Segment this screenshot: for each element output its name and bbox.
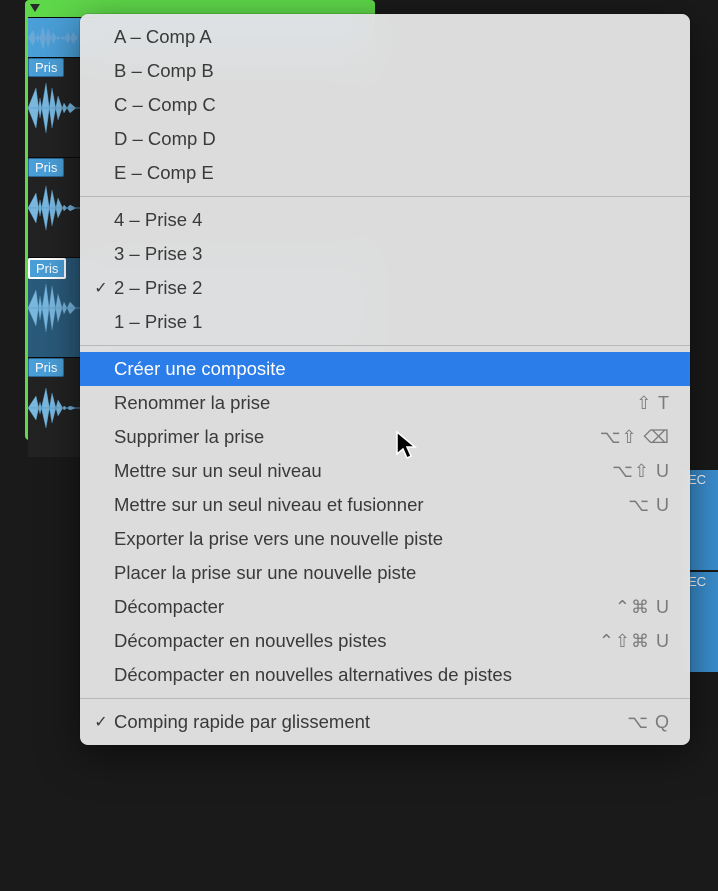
menu-item-label: D – Comp D	[112, 128, 670, 150]
keyboard-shortcut: ⌥ Q	[627, 712, 670, 733]
take-label: Pris	[28, 158, 64, 177]
menu-item-label: A – Comp A	[112, 26, 670, 48]
menu-item[interactable]: Décompacter en nouvelles alternatives de…	[80, 658, 690, 692]
menu-item-label: Comping rapide par glissement	[112, 711, 627, 733]
menu-item-label: Placer la prise sur une nouvelle piste	[112, 562, 670, 584]
menu-item[interactable]: Décompacter en nouvelles pistes⌃⇧⌘ U	[80, 624, 690, 658]
menu-item[interactable]: Mettre sur un seul niveau et fusionner⌥ …	[80, 488, 690, 522]
menu-separator	[80, 698, 690, 699]
menu-item-label: Renommer la prise	[112, 392, 636, 414]
take-label: Pris	[28, 58, 64, 77]
menu-item-label: Décompacter en nouvelles pistes	[112, 630, 599, 652]
keyboard-shortcut: ⌃⇧⌘ U	[599, 631, 670, 652]
menu-item[interactable]: D – Comp D	[80, 122, 690, 156]
menu-item-label: Exporter la prise vers une nouvelle pist…	[112, 528, 670, 550]
menu-item[interactable]: B – Comp B	[80, 54, 690, 88]
take-label: Pris	[28, 358, 64, 377]
disclosure-arrow-icon	[30, 4, 40, 12]
menu-item[interactable]: 3 – Prise 3	[80, 237, 690, 271]
menu-item[interactable]: Mettre sur un seul niveau⌥⇧ U	[80, 454, 690, 488]
menu-item[interactable]: Renommer la prise⇧ T	[80, 386, 690, 420]
waveform-icon	[28, 378, 88, 438]
menu-item[interactable]: E – Comp E	[80, 156, 690, 190]
menu-item-label: Mettre sur un seul niveau et fusionner	[112, 494, 628, 516]
menu-separator	[80, 196, 690, 197]
menu-item-label: Décompacter	[112, 596, 615, 618]
waveform-icon	[28, 178, 88, 238]
menu-separator	[80, 345, 690, 346]
menu-item[interactable]: 4 – Prise 4	[80, 203, 690, 237]
keyboard-shortcut: ⌥⇧ U	[612, 461, 670, 482]
waveform-icon	[28, 278, 88, 338]
waveform-icon	[28, 78, 88, 138]
keyboard-shortcut: ⇧ T	[636, 393, 670, 414]
menu-item-label: 3 – Prise 3	[112, 243, 670, 265]
menu-item-label: Créer une composite	[112, 358, 670, 380]
menu-item[interactable]: ✓Comping rapide par glissement⌥ Q	[80, 705, 690, 739]
waveform-icon	[28, 18, 88, 58]
keyboard-shortcut: ⌥⇧ ⌫	[600, 427, 670, 448]
menu-item-label: 2 – Prise 2	[112, 277, 670, 299]
menu-item[interactable]: Décompacter⌃⌘ U	[80, 590, 690, 624]
menu-item-label: Supprimer la prise	[112, 426, 600, 448]
menu-item-label: 1 – Prise 1	[112, 311, 670, 333]
keyboard-shortcut: ⌃⌘ U	[615, 597, 670, 618]
keyboard-shortcut: ⌥ U	[628, 495, 670, 516]
menu-item[interactable]: Placer la prise sur une nouvelle piste	[80, 556, 690, 590]
menu-item[interactable]: Créer une composite	[80, 352, 690, 386]
menu-item[interactable]: A – Comp A	[80, 20, 690, 54]
menu-item-label: B – Comp B	[112, 60, 670, 82]
take-label: Pris	[28, 258, 66, 279]
take-folder-popup-menu: A – Comp A B – Comp B C – Comp C D – Comp D…	[80, 14, 690, 745]
checkmark-icon: ✓	[90, 278, 112, 298]
menu-item-label: Mettre sur un seul niveau	[112, 460, 612, 482]
menu-item[interactable]: ✓2 – Prise 2	[80, 271, 690, 305]
menu-item-label: C – Comp C	[112, 94, 670, 116]
menu-item[interactable]: C – Comp C	[80, 88, 690, 122]
menu-item[interactable]: Supprimer la prise⌥⇧ ⌫	[80, 420, 690, 454]
checkmark-icon: ✓	[90, 712, 112, 732]
menu-item-label: E – Comp E	[112, 162, 670, 184]
menu-item[interactable]: Exporter la prise vers une nouvelle pist…	[80, 522, 690, 556]
menu-item[interactable]: 1 – Prise 1	[80, 305, 690, 339]
menu-item-label: Décompacter en nouvelles alternatives de…	[112, 664, 670, 686]
menu-item-label: 4 – Prise 4	[112, 209, 670, 231]
